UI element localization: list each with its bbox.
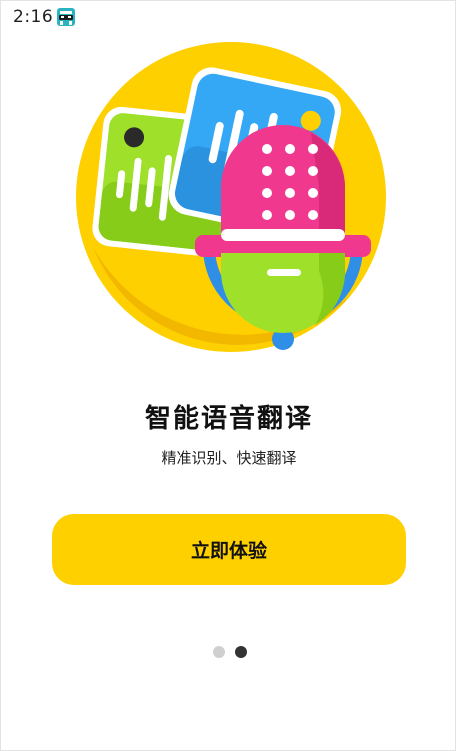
voice-translation-illustration — [76, 42, 386, 352]
page-title: 智能语音翻译 — [144, 404, 313, 434]
page-indicator — [213, 646, 253, 660]
screen-frame: 2:16 智能语音翻译 精准识别、快速翻译 立即体验 — [0, 0, 456, 751]
status-time: 2:16 — [13, 7, 54, 27]
robot-notification-icon — [57, 8, 75, 26]
page-dot-active[interactable] — [235, 646, 247, 658]
try-now-button[interactable]: 立即体验 — [52, 514, 406, 585]
mic-band-highlight — [221, 229, 345, 241]
status-bar: 2:16 — [1, 1, 456, 35]
mic-body-highlight — [267, 269, 301, 276]
page-dot-inactive[interactable] — [213, 646, 225, 658]
page-subtitle: 精准识别、快速翻译 — [161, 449, 297, 467]
